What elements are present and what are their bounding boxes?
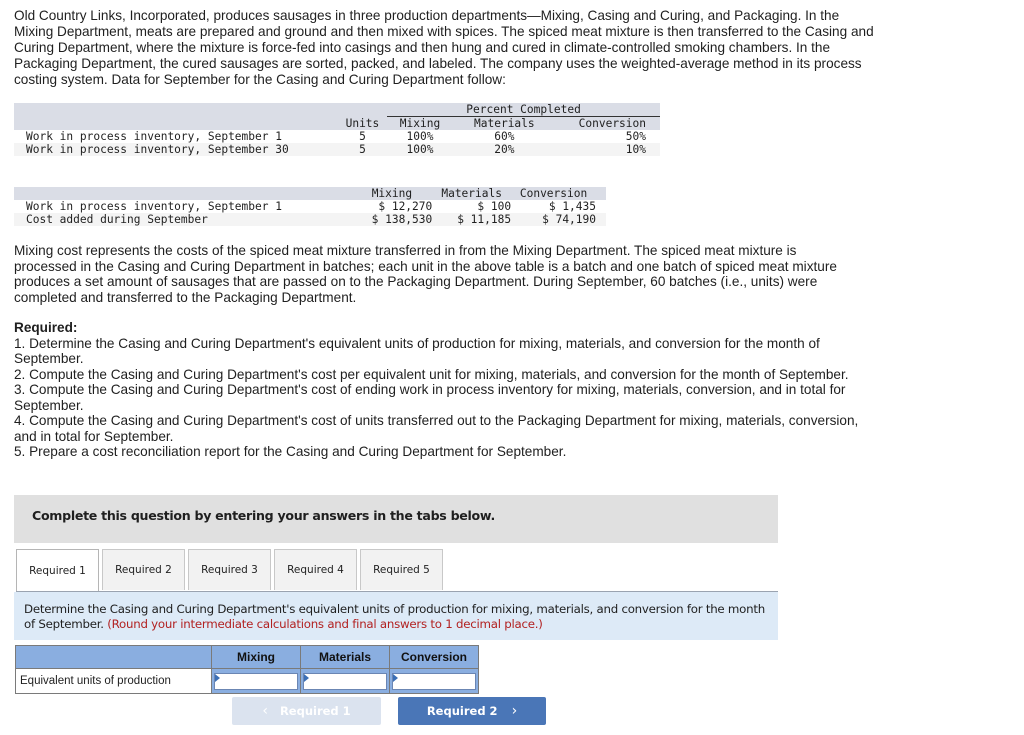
chevron-left-icon: ‹ [262,703,268,719]
tab-required-1[interactable]: Required 1 [16,549,99,592]
input-flag-icon [393,673,398,682]
materials-header: Materials [300,645,390,669]
mixing-cost-explanation: Mixing cost represents the costs of the … [14,243,837,305]
row-label: Work in process inventory, September 1 [14,130,338,143]
materials-percent: 20% [452,143,556,156]
row-label: Cost added during September [14,213,352,226]
tab-required-5[interactable]: Required 5 [360,549,443,590]
row-label: Work in process inventory, September 1 [14,200,352,213]
units-value: 5 [337,143,388,156]
table-row: Cost added during September $ 138,530 $ … [14,213,606,226]
required-item: 2. Compute the Casing and Curing Departm… [14,366,849,382]
required-item: 3. Compute the Casing and Curing Departm… [14,382,846,413]
next-button-label: Required 2 [426,704,498,718]
input-flag-icon [215,673,220,682]
required-item: 5. Prepare a cost reconciliation report … [14,444,567,459]
units-percent-table: Percent Completed Units Mixing Materials… [14,103,660,156]
conversion-equivalent-units-input[interactable] [393,673,475,689]
materials-cost: $ 100 [432,200,512,213]
tab-required-3[interactable]: Required 3 [188,549,271,590]
table-row: Work in process inventory, September 1 5… [14,130,660,143]
conversion-cost: $ 74,190 [511,213,606,226]
mixing-header: Mixing [351,187,433,200]
chevron-right-icon: › [511,703,518,719]
row-label: Equivalent units of production [15,668,212,694]
cost-table: Mixing Materials Conversion Work in proc… [14,187,606,226]
required-tabs: Required 1 Required 2 Required 3 Require… [16,549,446,592]
previous-required-button[interactable]: ‹ Required 1 [232,697,381,725]
mixing-equivalent-units-input[interactable] [215,673,297,689]
banner-text: Complete this question by entering your … [32,508,495,523]
materials-percent: 60% [452,130,556,143]
required-item: 4. Compute the Casing and Curing Departm… [14,413,859,444]
table-row: Equivalent units of production [15,668,479,694]
conversion-percent: 50% [555,130,660,143]
conversion-cost: $ 1,435 [511,200,606,213]
problem-intro: Old Country Links, Incorporated, produce… [14,8,874,87]
instructions-banner: Complete this question by entering your … [14,495,778,543]
mixing-cost: $ 12,270 [351,200,433,213]
mixing-header: Mixing [387,116,453,130]
rounding-note: (Round your intermediate calculations an… [107,617,543,631]
units-value: 5 [337,130,388,143]
mixing-percent: 100% [387,130,453,143]
equivalent-units-answer-table: Mixing Materials Conversion Equivalent u… [15,645,479,694]
required-title: Required: [14,320,78,335]
units-header: Units [337,116,388,130]
tab-instruction: Determine the Casing and Curing Departme… [14,592,778,640]
materials-header: Materials [432,187,512,200]
table-row: Work in process inventory, September 30 … [14,143,660,156]
mixing-percent: 100% [387,143,453,156]
materials-header: Materials [452,116,556,130]
conversion-percent: 10% [555,143,660,156]
mixing-header: Mixing [211,645,301,669]
required-section: Required: 1. Determine the Casing and Cu… [14,320,864,460]
conversion-header: Conversion [555,116,660,130]
materials-cost: $ 11,185 [432,213,512,226]
input-flag-icon [304,673,309,682]
tab-required-2[interactable]: Required 2 [102,549,185,590]
materials-equivalent-units-input[interactable] [304,673,386,689]
required-item: 1. Determine the Casing and Curing Depar… [14,335,820,367]
row-label: Work in process inventory, September 30 [14,143,338,156]
previous-button-label: Required 1 [279,704,351,718]
conversion-header: Conversion [511,187,606,200]
next-required-button[interactable]: Required 2 › [398,697,546,725]
tab-required-4[interactable]: Required 4 [274,549,357,590]
percent-completed-header: Percent Completed [387,103,660,117]
conversion-header: Conversion [389,645,479,669]
mixing-cost: $ 138,530 [351,213,433,226]
table-row: Work in process inventory, September 1 $… [14,200,606,213]
